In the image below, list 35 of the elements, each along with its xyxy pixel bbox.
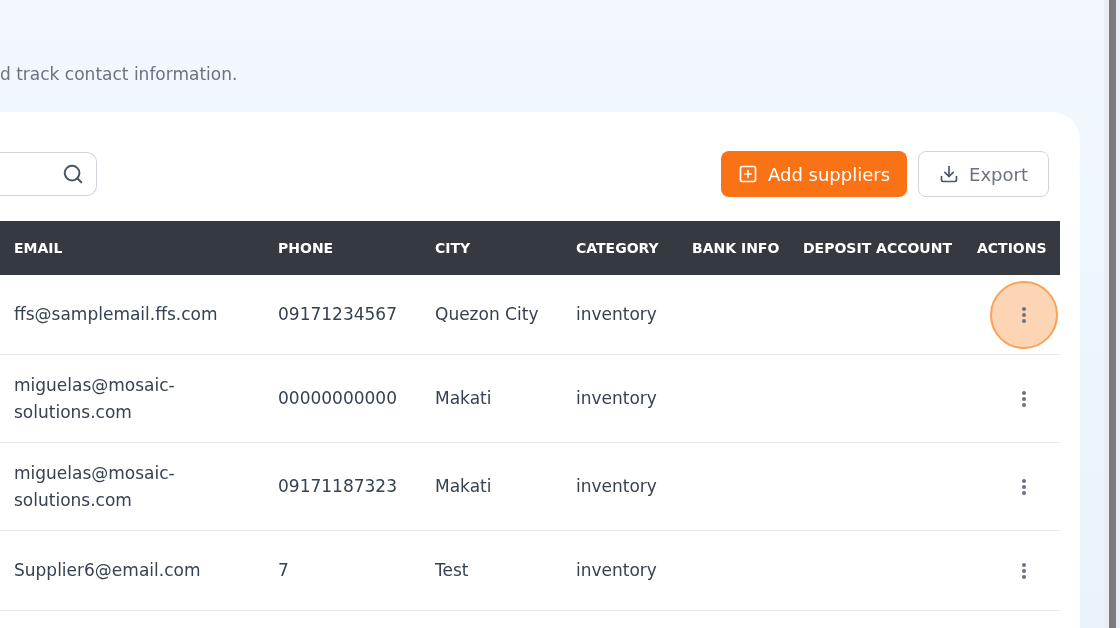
phone-cell-text: 09171187323 [277,475,398,498]
email-cell-text: Supplier6@email.com [13,559,202,582]
search-icon [62,163,84,185]
phone-cell-text: 09171234567 [277,303,398,326]
column-header: EMAIL [13,240,64,256]
category-cell-text: inventory [575,559,658,582]
page-subtitle: d track contact information. [0,64,239,86]
city-cell-text: Makati [434,475,493,498]
add-suppliers-button[interactable]: Add suppliers [721,151,908,197]
vertical-dots-icon [1021,389,1027,408]
download-icon [939,164,960,184]
column-header: CITY [434,240,472,256]
city-cell-text: Test [434,559,470,582]
search-field[interactable] [0,152,97,196]
vertical-dots-icon [1021,305,1027,324]
city-cell-text: Makati [434,387,493,410]
column-header: DEPOSIT ACCOUNT [802,240,953,256]
phone-cell-text: 00000000000 [277,387,398,410]
scrollbar-thumb[interactable] [1108,0,1116,628]
column-header: CATEGORY [575,240,660,256]
email-cell-text: miguelas@mosaic-solutions.com [13,461,176,512]
category-cell-text: inventory [575,475,658,498]
category-cell-text: inventory [575,387,658,410]
export-button[interactable]: Export [918,151,1049,197]
plus-square-icon [738,164,758,184]
column-header: ACTIONS [976,240,1048,256]
column-header: PHONE [277,240,335,256]
email-cell-text: ffs@samplemail.ffs.com [13,303,219,326]
category-cell-text: inventory [575,303,658,326]
column-header: BANK INFO [691,240,781,256]
email-cell-text: miguelas@mosaic-solutions.com [13,373,176,424]
city-cell-text: Quezon City [434,303,540,326]
phone-cell-text: 7 [277,559,290,582]
vertical-dots-icon [1021,477,1027,496]
vertical-dots-icon [1021,561,1027,580]
